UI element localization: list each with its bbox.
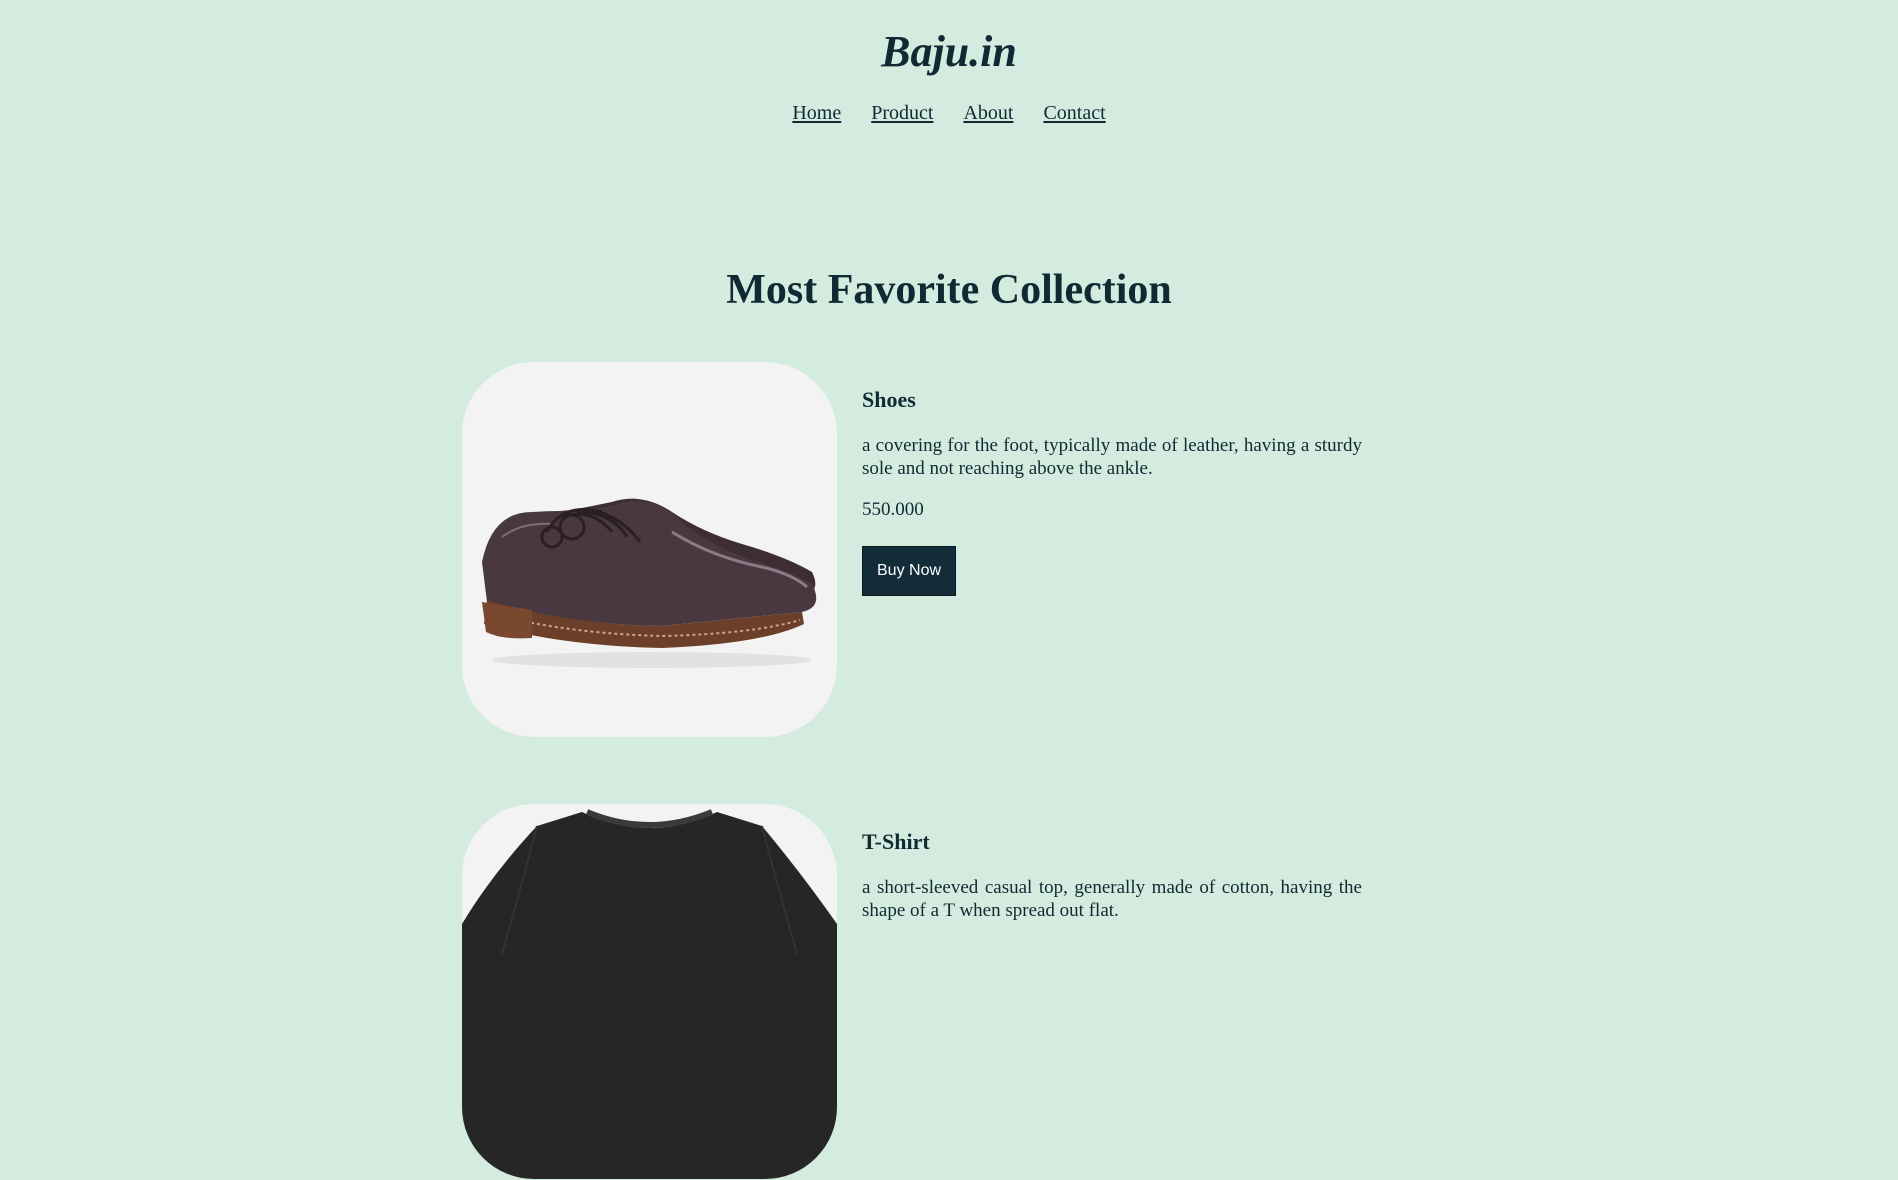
tshirt-icon bbox=[462, 809, 837, 1179]
nav-about-link[interactable]: About bbox=[963, 100, 1013, 126]
product-card: Shoes a covering for the foot, typically… bbox=[462, 362, 1362, 738]
product-card: T-Shirt a short-sleeved casual top, gene… bbox=[462, 804, 1362, 1180]
product-name: Shoes bbox=[862, 387, 916, 412]
product-info: T-Shirt a short-sleeved casual top, gene… bbox=[862, 828, 1362, 940]
product-info: Shoes a covering for the foot, typically… bbox=[862, 386, 1362, 596]
section-title: Most Favorite Collection bbox=[726, 267, 1172, 314]
nav-contact-link[interactable]: Contact bbox=[1043, 100, 1105, 126]
product-description: a short-sleeved casual top, generally ma… bbox=[862, 877, 1362, 921]
product-image bbox=[462, 362, 837, 737]
buy-now-button[interactable]: Buy Now bbox=[862, 546, 957, 596]
main-nav: Home Product About Contact bbox=[0, 100, 1898, 126]
product-price: 550.000 bbox=[862, 499, 924, 520]
site-header: Baju.in Home Product About Contact bbox=[0, 0, 1898, 170]
product-name: T-Shirt bbox=[862, 829, 930, 854]
leather-shoes-icon bbox=[482, 498, 817, 668]
site-logo[interactable]: Baju.in bbox=[0, 24, 1898, 80]
nav-product-link[interactable]: Product bbox=[871, 100, 933, 126]
product-description: a covering for the foot, typically made … bbox=[862, 435, 1362, 479]
product-image bbox=[462, 804, 837, 1179]
nav-home-link[interactable]: Home bbox=[792, 100, 841, 126]
